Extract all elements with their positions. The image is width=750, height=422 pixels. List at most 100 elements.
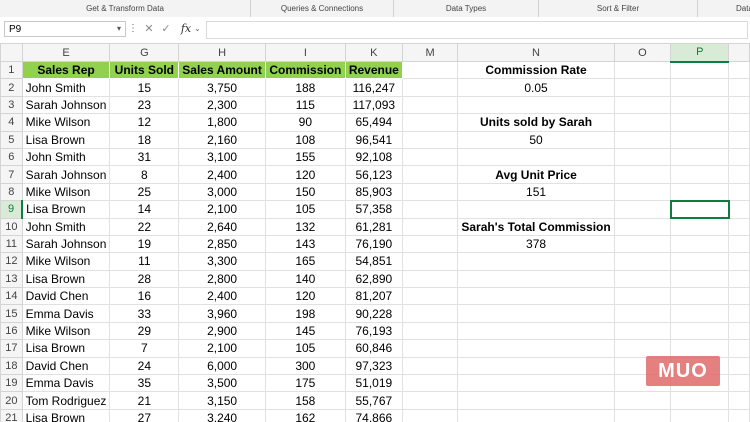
cell-units[interactable]: 14	[109, 200, 180, 219]
cell-units[interactable]: 11	[109, 252, 180, 271]
cell[interactable]	[728, 391, 750, 410]
cell-units[interactable]: 16	[109, 287, 180, 306]
cell[interactable]	[613, 287, 672, 306]
cell[interactable]	[728, 252, 750, 271]
cell-amount[interactable]: 2,400	[178, 287, 266, 306]
cell[interactable]	[457, 391, 615, 410]
cell[interactable]	[401, 287, 459, 306]
cell[interactable]	[670, 269, 730, 289]
cell[interactable]	[728, 287, 750, 306]
cell[interactable]	[613, 147, 672, 167]
cell[interactable]	[401, 113, 459, 132]
cell[interactable]	[670, 147, 730, 167]
cell[interactable]	[613, 217, 672, 236]
cell-comm[interactable]: 132	[264, 217, 346, 236]
cell-rev[interactable]: 65,494	[344, 113, 403, 132]
ribbon-group-data[interactable]: Data	[698, 0, 750, 17]
cell-amount[interactable]: 2,100	[178, 339, 266, 358]
cell-rep[interactable]: Sarah Johnson	[21, 95, 111, 115]
cell-units[interactable]: 28	[109, 269, 180, 289]
header-units-sold[interactable]: Units Sold	[109, 60, 180, 80]
header-sales-amount[interactable]: Sales Amount	[178, 60, 266, 80]
cell-rev[interactable]: 85,903	[344, 182, 403, 202]
row-header[interactable]: 11	[0, 234, 23, 254]
cell-rep[interactable]: Mike Wilson	[21, 252, 111, 271]
header-commission[interactable]: Commission	[264, 60, 346, 80]
cell[interactable]	[401, 321, 459, 341]
cell[interactable]	[670, 321, 730, 341]
cell-amount[interactable]: 2,100	[178, 200, 266, 219]
cell-rev[interactable]: 55,767	[344, 391, 403, 410]
ribbon-group-sort-filter[interactable]: Sort & Filter	[539, 0, 698, 17]
cancel-icon[interactable]: ✕	[142, 21, 156, 37]
cell-rep[interactable]: Sarah Johnson	[21, 165, 111, 184]
cell[interactable]	[613, 182, 672, 202]
select-all-corner[interactable]	[0, 43, 23, 62]
cell[interactable]	[401, 252, 459, 271]
cell[interactable]	[728, 147, 750, 167]
cell-rev[interactable]: 117,093	[344, 95, 403, 115]
chevron-down-icon[interactable]: ⌄	[194, 21, 204, 37]
cell[interactable]	[457, 287, 615, 306]
cell-units[interactable]: 18	[109, 130, 180, 149]
cell[interactable]	[401, 217, 459, 236]
row-header[interactable]: 10	[0, 217, 23, 236]
cell-amount[interactable]: 2,400	[178, 165, 266, 184]
cell[interactable]	[401, 408, 459, 422]
cell-units[interactable]: 8	[109, 165, 180, 184]
cell-comm[interactable]: 120	[264, 165, 346, 184]
row-header[interactable]: 7	[0, 165, 23, 184]
cell-comm[interactable]: 140	[264, 269, 346, 289]
cell-comm[interactable]: 115	[264, 95, 346, 115]
cell-units[interactable]: 21	[109, 391, 180, 410]
sarah-commission-label[interactable]: Sarah's Total Commission	[457, 217, 615, 236]
cell-amount[interactable]: 2,640	[178, 217, 266, 236]
cell-comm[interactable]: 90	[264, 113, 346, 132]
cell[interactable]	[728, 200, 750, 219]
row-header[interactable]: 3	[0, 95, 23, 115]
cell-comm[interactable]: 165	[264, 252, 346, 271]
cell-comm[interactable]: 198	[264, 304, 346, 323]
cell-amount[interactable]: 3,750	[178, 78, 266, 97]
cell[interactable]	[457, 374, 615, 393]
commission-rate-label[interactable]: Commission Rate	[457, 60, 615, 80]
row-header[interactable]: 4	[0, 113, 23, 132]
cell[interactable]	[613, 130, 672, 149]
cell[interactable]	[613, 95, 672, 115]
chevron-down-icon[interactable]: ▾	[113, 21, 125, 37]
row-header[interactable]: 6	[0, 147, 23, 167]
cell[interactable]	[670, 113, 730, 132]
cell[interactable]	[613, 304, 672, 323]
cell-rev[interactable]: 76,193	[344, 321, 403, 341]
cell[interactable]	[457, 252, 615, 271]
cell-units[interactable]: 19	[109, 234, 180, 254]
cell[interactable]	[457, 304, 615, 323]
cell[interactable]	[613, 113, 672, 132]
header-sales-rep[interactable]: Sales Rep	[21, 60, 111, 80]
cell[interactable]	[613, 391, 672, 410]
cell[interactable]	[613, 78, 672, 97]
cell[interactable]	[613, 200, 672, 219]
cell[interactable]	[670, 408, 730, 422]
cell-amount[interactable]: 3,500	[178, 374, 266, 393]
column-header-h[interactable]: H	[178, 43, 266, 62]
cell-comm[interactable]: 120	[264, 287, 346, 306]
cell-rev[interactable]: 60,846	[344, 339, 403, 358]
cell-comm[interactable]: 155	[264, 147, 346, 167]
cell-amount[interactable]: 2,850	[178, 234, 266, 254]
cell-units[interactable]: 24	[109, 356, 180, 376]
cell-units[interactable]: 22	[109, 217, 180, 236]
cell-amount[interactable]: 2,800	[178, 269, 266, 289]
ribbon-group-data-types[interactable]: Data Types	[394, 0, 539, 17]
cell[interactable]	[728, 374, 750, 393]
cell[interactable]	[401, 374, 459, 393]
column-header-e[interactable]: E	[21, 43, 111, 62]
cell[interactable]	[728, 165, 750, 184]
cell-amount[interactable]: 3,000	[178, 182, 266, 202]
cell[interactable]	[670, 304, 730, 323]
insert-function-icon[interactable]: fx	[177, 21, 195, 37]
cell[interactable]	[401, 60, 459, 80]
cell-rev[interactable]: 62,890	[344, 269, 403, 289]
cell[interactable]	[670, 60, 730, 80]
row-header[interactable]: 18	[0, 356, 23, 376]
